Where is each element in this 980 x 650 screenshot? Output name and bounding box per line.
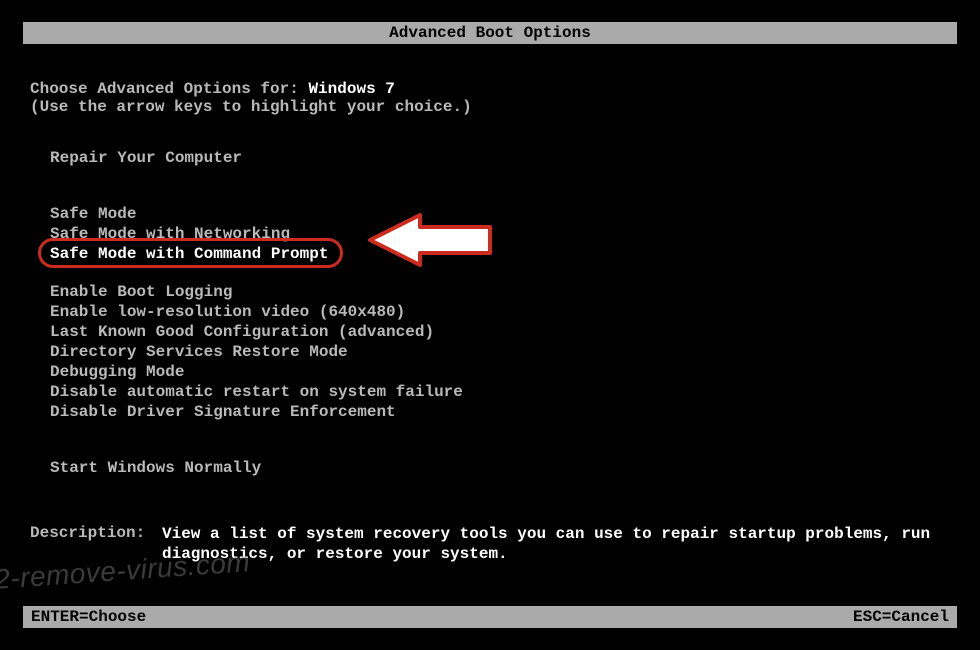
menu-item-lowres[interactable]: Enable low-resolution video (640x480) <box>50 302 463 322</box>
menu-item-safemode-cmd[interactable]: Safe Mode with Command Prompt <box>50 244 328 264</box>
menu-item-highlighted-wrap: Safe Mode with Command Prompt <box>50 244 328 264</box>
menu-item-debug[interactable]: Debugging Mode <box>50 362 463 382</box>
menu-item-lkgc[interactable]: Last Known Good Configuration (advanced) <box>50 322 463 342</box>
title-text: Advanced Boot Options <box>389 24 591 42</box>
description-text: View a list of system recovery tools you… <box>162 524 942 564</box>
menu-item-repair[interactable]: Repair Your Computer <box>50 148 463 168</box>
intro-hint: (Use the arrow keys to highlight your ch… <box>30 98 472 116</box>
menu-item-norestart[interactable]: Disable automatic restart on system fail… <box>50 382 463 402</box>
description-label: Description: <box>30 524 162 564</box>
menu-item-safemode-net[interactable]: Safe Mode with Networking <box>50 224 463 244</box>
intro-os: Windows 7 <box>308 80 394 98</box>
intro-line1: Choose Advanced Options for: Windows 7 <box>30 80 472 98</box>
footer-enter: ENTER=Choose <box>31 608 146 626</box>
title-bar: Advanced Boot Options <box>23 22 957 44</box>
footer-esc: ESC=Cancel <box>853 608 949 626</box>
menu-item-nodriversig[interactable]: Disable Driver Signature Enforcement <box>50 402 463 422</box>
menu-item-safemode[interactable]: Safe Mode <box>50 204 463 224</box>
intro-block: Choose Advanced Options for: Windows 7 (… <box>30 80 472 116</box>
intro-prefix: Choose Advanced Options for: <box>30 80 308 98</box>
footer-bar: ENTER=Choose ESC=Cancel <box>23 606 957 628</box>
description-block: Description: View a list of system recov… <box>30 524 942 564</box>
boot-menu: Repair Your Computer Safe Mode Safe Mode… <box>50 148 463 478</box>
menu-item-normal[interactable]: Start Windows Normally <box>50 458 463 478</box>
menu-item-bootlog[interactable]: Enable Boot Logging <box>50 282 463 302</box>
menu-item-dsrm[interactable]: Directory Services Restore Mode <box>50 342 463 362</box>
